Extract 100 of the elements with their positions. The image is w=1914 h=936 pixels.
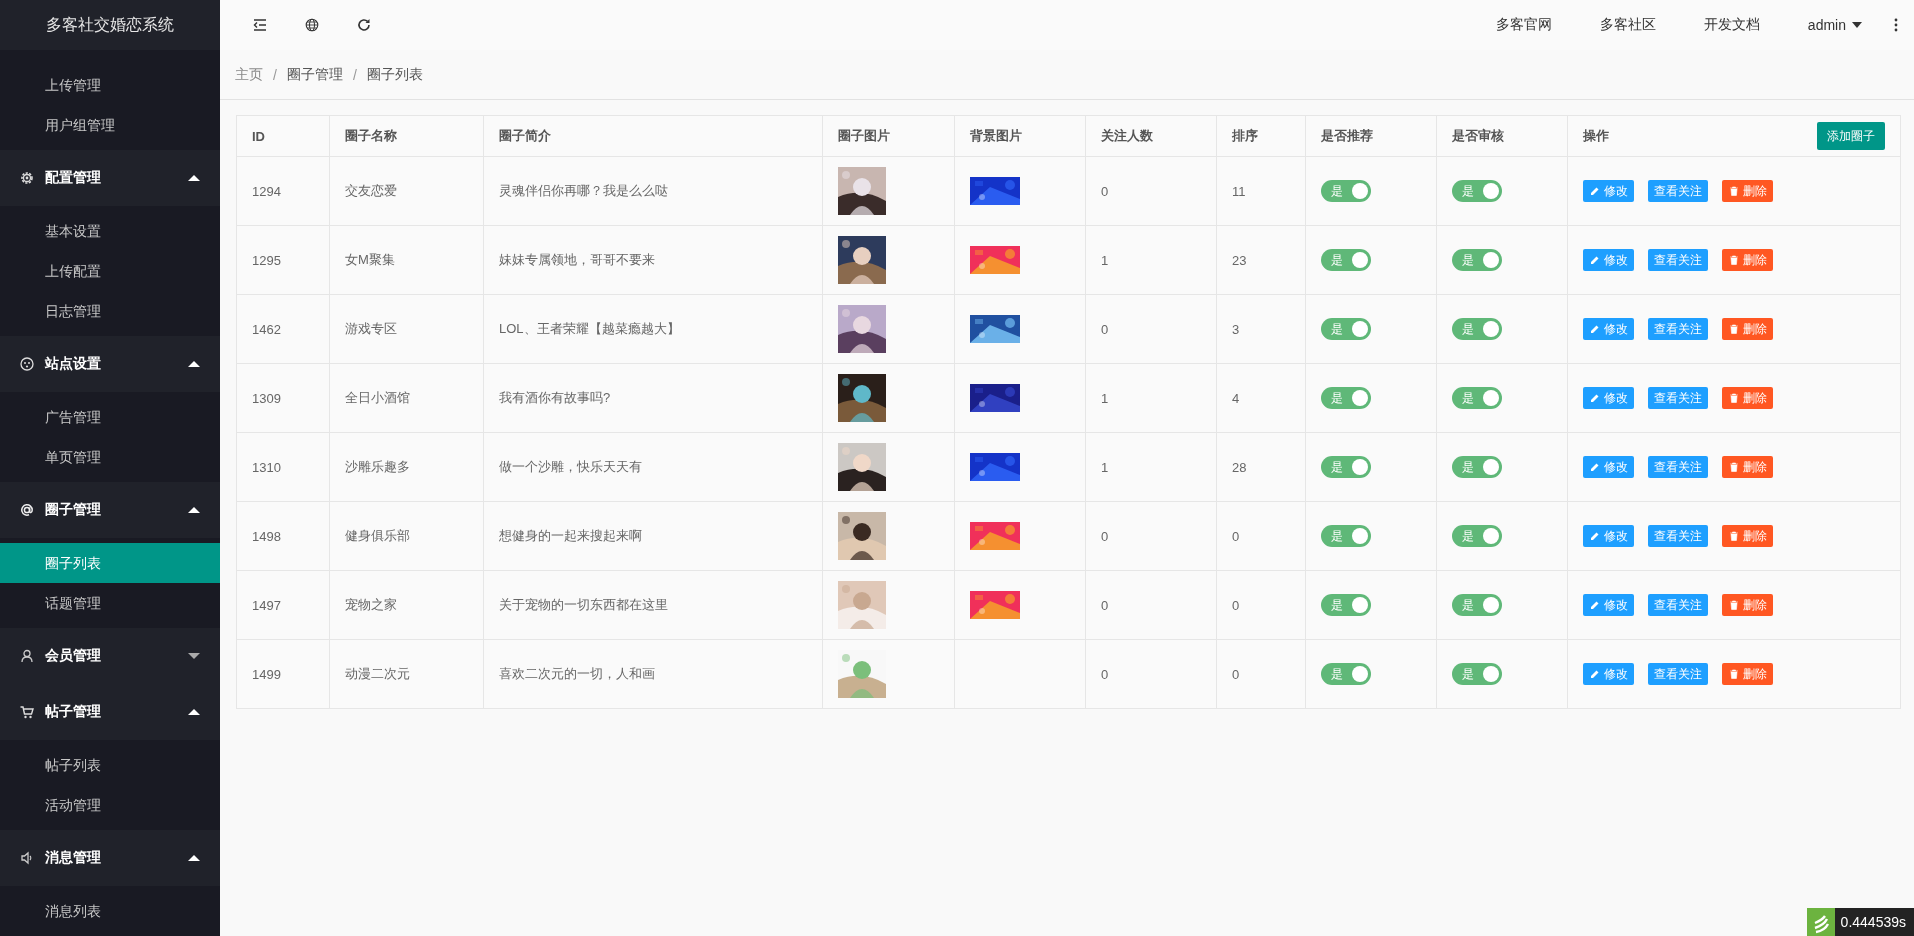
breadcrumb-separator: / [352, 66, 357, 83]
table-cell: 1498 [252, 528, 281, 544]
delete-button[interactable]: 删除 [1722, 318, 1773, 340]
edit-button[interactable]: 修改 [1583, 180, 1634, 202]
edit-button[interactable]: 修改 [1583, 387, 1634, 409]
edit-button[interactable]: 修改 [1583, 318, 1634, 340]
globe-icon [305, 18, 319, 32]
table-cell: 0 [1101, 321, 1109, 337]
sidebar-item[interactable]: 单页管理 [0, 437, 220, 477]
top-nav-link[interactable]: 多客社区 [1599, 16, 1656, 34]
table-cell: 0 [1232, 666, 1240, 682]
delete-button[interactable]: 删除 [1722, 180, 1773, 202]
toggle-switch[interactable]: 是 [1452, 180, 1502, 202]
table-cell: 1 [1101, 459, 1109, 475]
breadcrumb-link[interactable]: 圈子管理 [286, 65, 343, 84]
table-cell: 灵魂伴侣你再哪？我是么么哒 [499, 183, 668, 198]
table-cell: 1310 [252, 459, 281, 475]
add-circle-button[interactable]: 添加圈子 [1817, 122, 1885, 150]
table-cell: 1 [1101, 252, 1109, 268]
sidebar-item[interactable]: 基本设置 [0, 211, 220, 251]
toggle-switch[interactable]: 是 [1452, 525, 1502, 547]
toggle-switch[interactable]: 是 [1452, 594, 1502, 616]
sidebar-group-header[interactable]: 站点设置 [0, 336, 220, 392]
group-label: 帖子管理 [45, 703, 102, 721]
view-followers-button[interactable]: 查看关注 [1648, 456, 1708, 478]
edit-button[interactable]: 修改 [1583, 594, 1634, 616]
toggle-switch[interactable]: 是 [1452, 387, 1502, 409]
breadcrumb-link[interactable]: 圈子列表 [366, 65, 423, 84]
cart-icon [19, 704, 35, 720]
sidebar-item[interactable]: 活动管理 [0, 785, 220, 825]
delete-button[interactable]: 删除 [1722, 594, 1773, 616]
sidebar-item[interactable]: 上传管理 [0, 65, 220, 105]
edit-button[interactable]: 修改 [1583, 663, 1634, 685]
user-icon [19, 648, 35, 664]
toggle-switch[interactable]: 是 [1321, 594, 1371, 616]
edit-button[interactable]: 修改 [1583, 525, 1634, 547]
delete-button[interactable]: 删除 [1722, 663, 1773, 685]
toggle-switch[interactable]: 是 [1321, 525, 1371, 547]
sidebar-group-header[interactable]: 帖子管理 [0, 684, 220, 740]
sidebar-item[interactable]: 消息列表 [0, 891, 220, 931]
sidebar-item[interactable]: 日志管理 [0, 291, 220, 331]
toggle-switch[interactable]: 是 [1452, 663, 1502, 685]
toggle-switch[interactable]: 是 [1452, 456, 1502, 478]
table-cell: 妹妹专属领地，哥哥不要来 [499, 252, 655, 267]
group-label: 消息管理 [45, 849, 102, 867]
at-sign-icon [19, 502, 35, 518]
toggle-switch[interactable]: 是 [1321, 180, 1371, 202]
caret-icon [1852, 22, 1862, 28]
view-followers-button[interactable]: 查看关注 [1648, 180, 1708, 202]
view-followers-button[interactable]: 查看关注 [1648, 525, 1708, 547]
sidebar-group-header[interactable]: 配置管理 [0, 150, 220, 206]
delete-button[interactable]: 删除 [1722, 456, 1773, 478]
table-cell: 沙雕乐趣多 [345, 459, 410, 474]
table-cell: 1 [1101, 390, 1109, 406]
user-menu[interactable]: admin [1807, 17, 1862, 33]
column-header: ID [252, 128, 265, 144]
sidebar-item[interactable]: 广告管理 [0, 397, 220, 437]
toggle-switch[interactable]: 是 [1321, 387, 1371, 409]
toggle-switch[interactable]: 是 [1321, 318, 1371, 340]
table-cell: 喜欢二次元的一切，人和画 [499, 666, 655, 681]
sidebar-group-header[interactable]: 圈子管理 [0, 482, 220, 538]
delete-button[interactable]: 删除 [1722, 525, 1773, 547]
breadcrumb-link[interactable]: 主页 [235, 65, 263, 84]
sidebar-group-header[interactable]: 会员管理 [0, 628, 220, 684]
toggle-switch[interactable]: 是 [1452, 318, 1502, 340]
table-cell: 0 [1101, 528, 1109, 544]
top-nav-link[interactable]: 开发文档 [1703, 16, 1760, 34]
column-header: 是否审核 [1452, 128, 1504, 143]
sidebar-group-header[interactable]: 消息管理 [0, 830, 220, 886]
view-followers-button[interactable]: 查看关注 [1648, 663, 1708, 685]
table-cell: 1295 [252, 252, 281, 268]
menu-icon [253, 19, 267, 31]
delete-button[interactable]: 删除 [1722, 387, 1773, 409]
delete-button[interactable]: 删除 [1722, 249, 1773, 271]
toggle-switch[interactable]: 是 [1452, 249, 1502, 271]
table-cell: 1462 [252, 321, 281, 337]
toggle-switch[interactable]: 是 [1321, 663, 1371, 685]
group-label: 圈子管理 [45, 501, 102, 519]
pencil-icon [1589, 461, 1601, 473]
sidebar-item[interactable]: 用户组管理 [0, 105, 220, 145]
view-followers-button[interactable]: 查看关注 [1648, 318, 1708, 340]
sidebar-item[interactable]: 上传配置 [0, 251, 220, 291]
top-nav-link[interactable]: 多客官网 [1495, 16, 1552, 34]
view-followers-button[interactable]: 查看关注 [1648, 249, 1708, 271]
table-cell: 0 [1101, 597, 1109, 613]
view-followers-button[interactable]: 查看关注 [1648, 594, 1708, 616]
toggle-switch[interactable]: 是 [1321, 249, 1371, 271]
edit-button[interactable]: 修改 [1583, 456, 1634, 478]
trash-icon [1728, 185, 1740, 197]
edit-button[interactable]: 修改 [1583, 249, 1634, 271]
view-followers-button[interactable]: 查看关注 [1648, 387, 1708, 409]
sidebar-item[interactable]: 话题管理 [0, 583, 220, 623]
column-header: 背景图片 [970, 128, 1022, 143]
toggle-switch[interactable]: 是 [1321, 456, 1371, 478]
pencil-icon [1589, 254, 1601, 266]
table-cell: 动漫二次元 [345, 666, 410, 681]
sidebar-item[interactable]: 帖子列表 [0, 745, 220, 785]
table-cell: 宠物之家 [345, 597, 397, 612]
sidebar-item[interactable]: 圈子列表 [0, 543, 220, 583]
column-header: 是否推荐 [1321, 128, 1373, 143]
